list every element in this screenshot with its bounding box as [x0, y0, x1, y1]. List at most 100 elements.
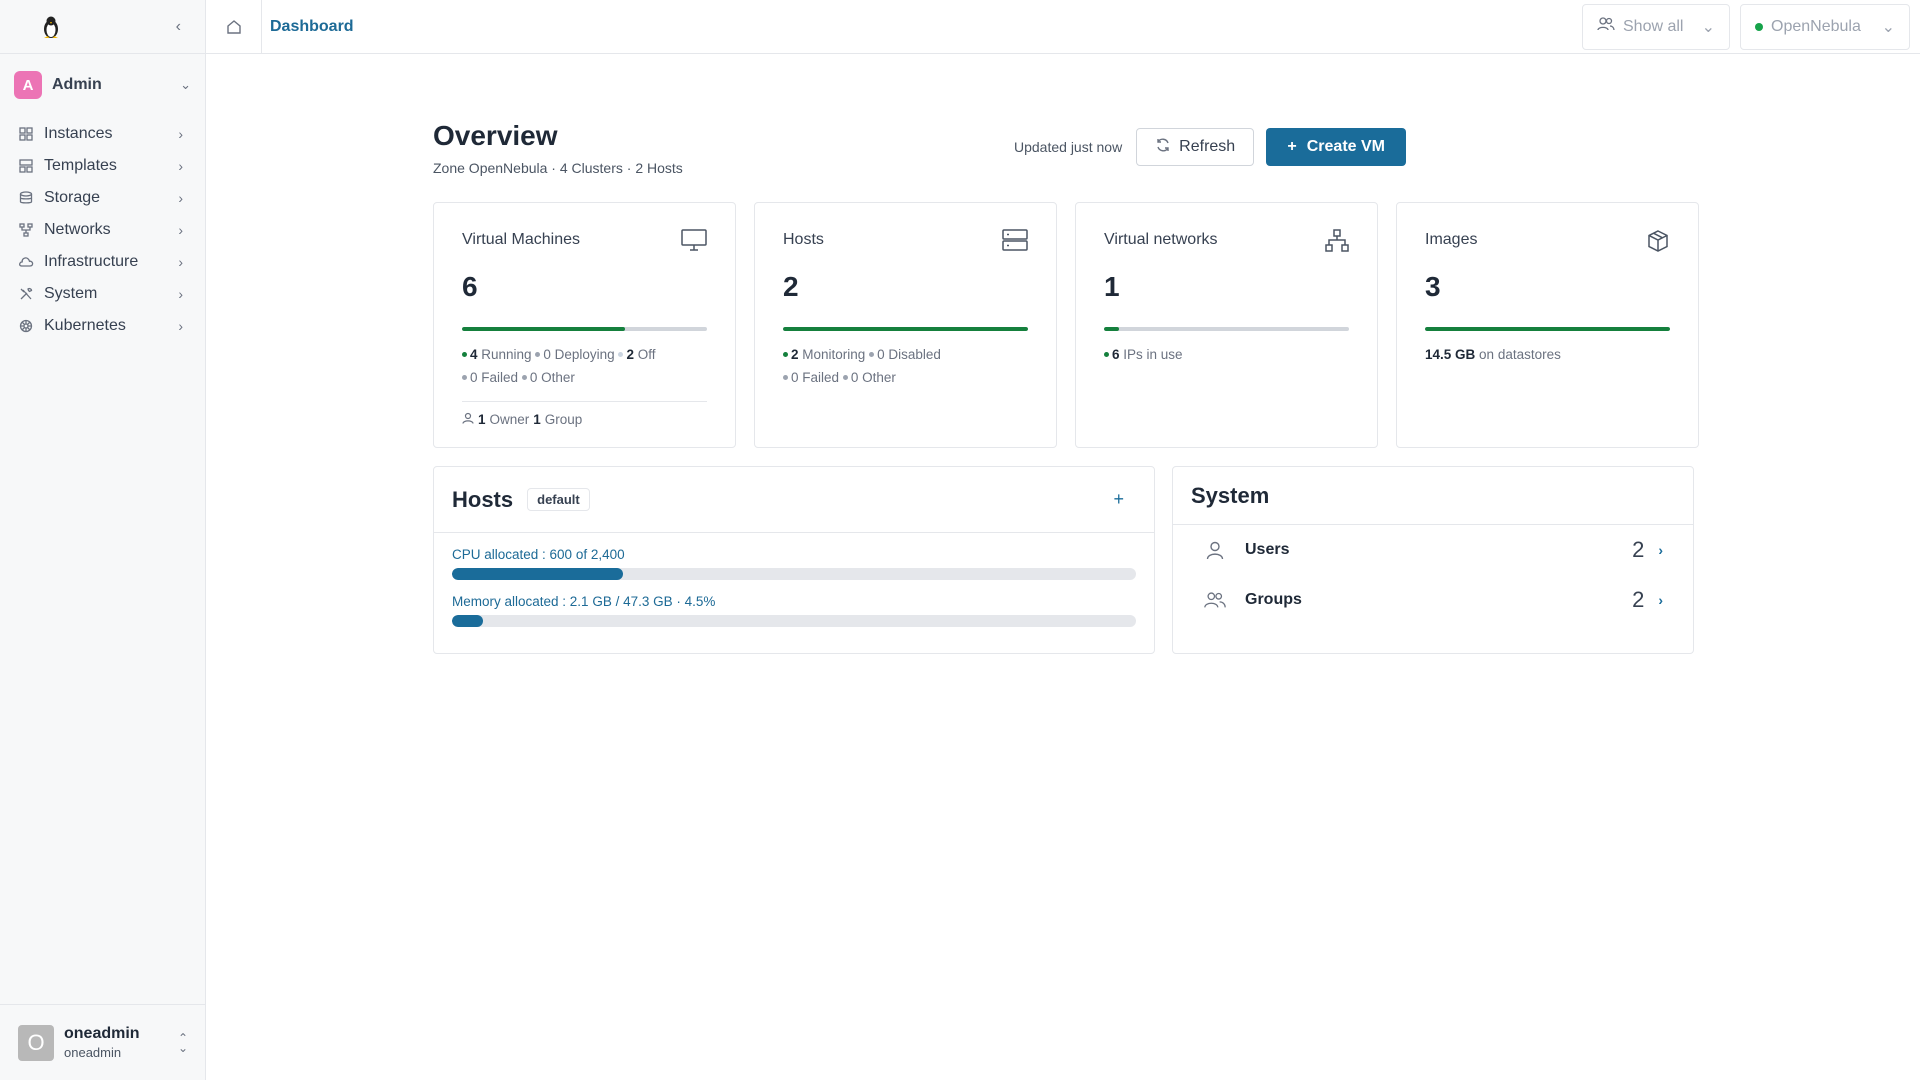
card-title: Hosts	[783, 231, 824, 248]
topbar: Dashboard Show all ⌄ OpenNebula ⌄	[206, 0, 1920, 54]
vm-failed-label: Failed	[481, 370, 519, 385]
chevron-down-icon: ⌄	[180, 77, 191, 92]
image-stats: 14.5 GB on datastores	[1425, 343, 1670, 366]
vm-ownership: 1 Owner 1 Group	[462, 401, 707, 427]
chevron-right-icon: ›	[1658, 592, 1663, 608]
cpu-bar	[452, 568, 1136, 580]
status-dot	[462, 374, 467, 380]
home-icon[interactable]	[206, 0, 262, 54]
breadcrumb[interactable]: Dashboard	[270, 18, 354, 36]
database-icon	[18, 190, 34, 206]
create-vm-label: Create VM	[1306, 138, 1385, 155]
chevron-down-icon: ⌄	[1881, 18, 1895, 36]
user-subtitle: oneadmin	[64, 1045, 122, 1060]
system-users-row[interactable]: Users 2 ›	[1173, 525, 1693, 575]
card-title: Virtual networks	[1104, 231, 1218, 248]
sidebar-item-instances[interactable]: Instances ›	[0, 118, 205, 150]
users-icon	[1597, 16, 1615, 37]
user-menu[interactable]: O oneadmin oneadmin ⌃ ⌄	[0, 1004, 206, 1080]
chevron-up-down-icon: ⌃ ⌄	[177, 1030, 188, 1055]
hosts-panel: Hosts default + CPU allocated : 600 of 2…	[433, 466, 1155, 654]
owner-count: 1	[478, 412, 486, 427]
host-monitoring-count: 2	[791, 347, 799, 362]
memory-bar	[452, 615, 1136, 627]
cpu-allocated-label: CPU allocated : 600 of 2,400	[452, 547, 625, 562]
vm-progress-fill	[462, 327, 626, 331]
sidebar-item-infrastructure[interactable]: Infrastructure ›	[0, 246, 205, 278]
memory-bar-fill	[452, 615, 483, 627]
memory-metric: Memory allocated : 2.1 GB / 47.3 GB · 4.…	[434, 594, 1154, 627]
updated-status: Updated just now	[1014, 139, 1123, 155]
host-other-count: 0	[850, 370, 859, 385]
main-content: Overview Zone OpenNebula · 4 Clusters · …	[206, 54, 1920, 1080]
refresh-label: Refresh	[1179, 138, 1236, 155]
vm-deploying-count: 0	[543, 347, 551, 362]
group-count: 1	[533, 412, 541, 427]
summary-cards: Virtual Machines 6 4 Running 0 Deploying…	[433, 202, 1699, 448]
chevron-right-icon: ›	[178, 126, 183, 142]
account-name: Admin	[52, 76, 102, 93]
virtual-machines-card[interactable]: Virtual Machines 6 4 Running 0 Deploying…	[433, 202, 736, 448]
chevron-right-icon: ›	[178, 286, 183, 302]
owner-filter-select[interactable]: Show all ⌄	[1582, 3, 1730, 50]
penguin-icon[interactable]	[40, 14, 62, 40]
account-switcher[interactable]: A Admin ⌄	[12, 64, 193, 106]
host-failed-label: Failed	[802, 370, 840, 385]
vm-off-count: 2	[626, 347, 634, 362]
virtual-networks-card[interactable]: Virtual networks 1 6 IPs in use	[1075, 202, 1378, 448]
users-label: Users	[1245, 541, 1290, 558]
sidebar-item-storage[interactable]: Storage ›	[0, 182, 205, 214]
hosts-card[interactable]: Hosts 2 2 Monitoring 0 Disabled 0 Failed…	[754, 202, 1057, 448]
images-card[interactable]: Images 3 14.5 GB on datastores	[1396, 202, 1699, 448]
collapse-sidebar-icon[interactable]: ‹	[176, 18, 181, 36]
datastore-label: on datastores	[1479, 347, 1561, 362]
user-icon	[1203, 538, 1227, 562]
sidebar-item-label: Networks	[44, 221, 111, 238]
system-groups-row[interactable]: Groups 2 ›	[1173, 575, 1693, 625]
network-icon	[18, 222, 34, 238]
zone-select[interactable]: OpenNebula ⌄	[1740, 3, 1910, 50]
sidebar: ‹ A Admin ⌄ Instances › Templates › Stor…	[0, 0, 206, 1080]
page-subtitle: Zone OpenNebula · 4 Clusters · 2 Hosts	[433, 160, 683, 176]
sidebar-item-templates[interactable]: Templates ›	[0, 150, 205, 182]
sidebar-item-networks[interactable]: Networks ›	[0, 214, 205, 246]
network-stats: 6 IPs in use	[1104, 343, 1349, 366]
memory-allocated-label: Memory allocated : 2.1 GB / 47.3 GB · 4.…	[452, 594, 716, 609]
system-panel: System Users 2 › Groups 2 ›	[1172, 466, 1694, 654]
refresh-button[interactable]: Refresh	[1136, 128, 1255, 166]
network-progress-fill	[1104, 327, 1119, 331]
users-count: 2	[1632, 537, 1645, 562]
host-failed-count: 0	[791, 370, 799, 385]
card-title: Images	[1425, 231, 1478, 248]
box-icon	[1646, 229, 1670, 258]
status-dot	[535, 351, 541, 357]
sidebar-item-system[interactable]: System ›	[0, 278, 205, 310]
status-dot	[869, 351, 875, 357]
zone-status-indicator	[1755, 22, 1763, 31]
sidebar-item-label: Storage	[44, 189, 101, 206]
chevron-right-icon: ›	[178, 254, 183, 270]
refresh-icon	[1155, 137, 1171, 158]
host-progress-bar	[783, 327, 1028, 331]
vm-stats: 4 Running 0 Deploying 2 Off 0 Failed 0 O…	[462, 343, 707, 389]
host-disabled-count: 0	[877, 347, 885, 362]
vm-running-count: 4	[470, 347, 478, 362]
cpu-metric: CPU allocated : 600 of 2,400	[434, 547, 1154, 580]
sidebar-item-label: Kubernetes	[44, 317, 126, 334]
image-count: 3	[1425, 271, 1441, 302]
monitor-icon	[681, 229, 707, 256]
topbar-controls: Show all ⌄ OpenNebula ⌄	[1582, 3, 1920, 50]
vm-deploying-label: Deploying	[554, 347, 615, 362]
status-dot	[842, 374, 848, 380]
zone-value: OpenNebula	[1771, 17, 1861, 35]
host-count: 2	[783, 271, 799, 302]
network-progress-bar	[1104, 327, 1349, 331]
host-progress-fill	[783, 327, 1028, 331]
sidebar-item-kubernetes[interactable]: Kubernetes ›	[0, 310, 205, 342]
sidebar-header: ‹	[0, 0, 205, 54]
chevron-right-icon: ›	[1658, 542, 1663, 558]
vm-other-count: 0	[529, 370, 538, 385]
chevron-right-icon: ›	[178, 158, 183, 174]
add-host-button[interactable]: +	[1113, 489, 1124, 510]
create-vm-button[interactable]: + Create VM	[1266, 128, 1407, 166]
